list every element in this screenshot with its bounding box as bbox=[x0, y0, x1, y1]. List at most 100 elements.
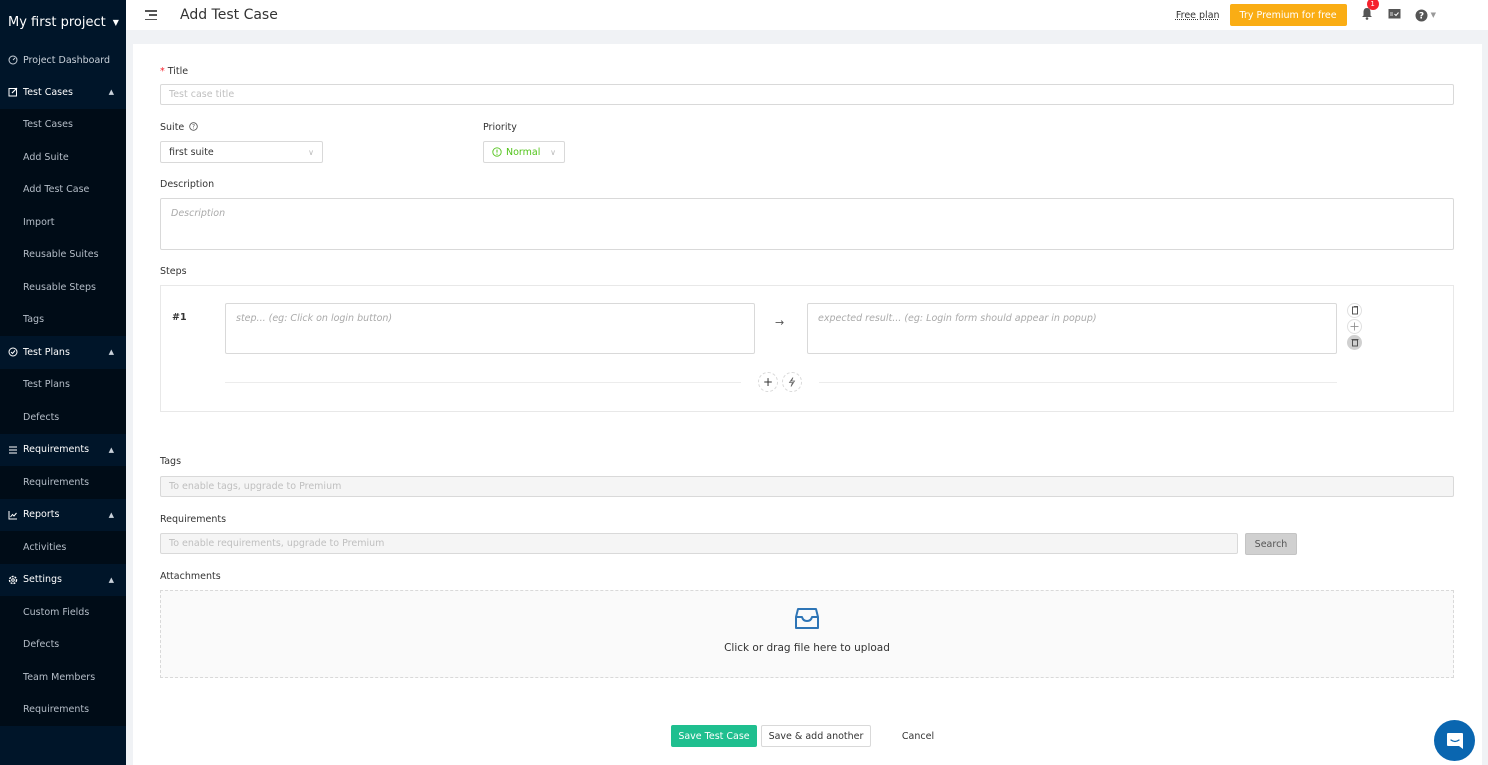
dashboard-icon bbox=[7, 55, 18, 66]
priority-select[interactable]: Normal ∨ bbox=[483, 141, 565, 163]
cancel-button[interactable]: Cancel bbox=[888, 725, 948, 747]
page-title: Add Test Case bbox=[180, 7, 278, 23]
save-and-add-another-button[interactable]: Save & add another bbox=[761, 725, 871, 747]
suite-label: Suite ? bbox=[160, 122, 198, 133]
chevron-up-icon: ▲ bbox=[108, 88, 114, 97]
list-icon bbox=[7, 444, 18, 455]
sidebar-item-import[interactable]: Import bbox=[0, 206, 126, 239]
sidebar-item-reusable-steps[interactable]: Reusable Steps bbox=[0, 271, 126, 304]
free-plan-link[interactable]: Free plan bbox=[1176, 10, 1220, 21]
sidebar-group-settings[interactable]: Settings ▲ bbox=[0, 563, 126, 596]
line-chart-icon bbox=[7, 509, 18, 520]
sidebar-item-defects[interactable]: Defects bbox=[0, 401, 126, 434]
check-circle-icon bbox=[7, 347, 18, 358]
title-label: * Title bbox=[160, 66, 189, 77]
requirements-label: Requirements bbox=[160, 514, 227, 525]
tags-input[interactable]: To enable tags, upgrade to Premium bbox=[160, 476, 1454, 497]
sidebar-item-settings-defects[interactable]: Defects bbox=[0, 629, 126, 662]
copy-step-button[interactable] bbox=[1347, 303, 1362, 318]
sidebar-submenu-test-plans: Test Plans Defects bbox=[0, 368, 126, 434]
add-step-button[interactable]: + bbox=[758, 372, 778, 392]
edit-icon bbox=[7, 87, 18, 98]
chevron-down-icon: ∨ bbox=[550, 147, 556, 157]
question-circle-icon: ? bbox=[189, 122, 198, 131]
description-textarea[interactable]: Description bbox=[160, 198, 1454, 250]
help-icon: ? bbox=[1415, 9, 1428, 21]
sidebar-group-reports[interactable]: Reports ▲ bbox=[0, 498, 126, 531]
sidebar-item-settings-requirements[interactable]: Requirements bbox=[0, 694, 126, 727]
lightning-icon bbox=[788, 377, 796, 387]
sidebar-submenu-requirements: Requirements bbox=[0, 466, 126, 499]
arrow-right-icon: → bbox=[775, 316, 785, 329]
copy-icon bbox=[1351, 306, 1358, 315]
priority-value: Normal bbox=[506, 146, 541, 158]
sidebar-item-requirements[interactable]: Requirements bbox=[0, 466, 126, 499]
sidebar-submenu-test-cases: Test Cases Add Suite Add Test Case Impor… bbox=[0, 108, 126, 337]
inbox-icon bbox=[795, 608, 819, 629]
step-number: #1 bbox=[172, 312, 187, 323]
sidebar-item-label: Project Dashboard bbox=[23, 54, 111, 66]
caret-down-icon: ▼ bbox=[1430, 11, 1436, 19]
drag-icon bbox=[1350, 322, 1359, 331]
step-divider bbox=[819, 382, 1337, 383]
chevron-up-icon: ▲ bbox=[108, 348, 114, 357]
project-selector[interactable]: My first project ▼ bbox=[0, 0, 126, 44]
calendar-check-icon bbox=[1388, 9, 1401, 19]
try-premium-button[interactable]: Try Premium for free bbox=[1229, 4, 1347, 26]
sidebar-group-label: Test Cases bbox=[23, 86, 73, 98]
search-requirements-button[interactable]: Search bbox=[1245, 533, 1297, 555]
sidebar-group-requirements[interactable]: Requirements ▲ bbox=[0, 433, 126, 466]
sidebar-item-reusable-suites[interactable]: Reusable Suites bbox=[0, 239, 126, 272]
attachments-label: Attachments bbox=[160, 571, 221, 582]
sidebar-item-add-test-case[interactable]: Add Test Case bbox=[0, 174, 126, 207]
menu-fold-icon[interactable] bbox=[145, 10, 157, 20]
sidebar-group-test-plans[interactable]: Test Plans ▲ bbox=[0, 336, 126, 369]
sidebar-item-activities[interactable]: Activities bbox=[0, 531, 126, 564]
sidebar: My first project ▼ Project Dashboard Tes… bbox=[0, 0, 126, 765]
notification-badge: 1 bbox=[1366, 0, 1379, 10]
suite-select[interactable]: first suite ∨ bbox=[160, 141, 323, 163]
top-header: Add Test Case Free plan Try Premium for … bbox=[126, 0, 1488, 30]
gear-icon bbox=[7, 574, 18, 585]
release-notes-button[interactable] bbox=[1388, 8, 1401, 22]
steps-label: Steps bbox=[160, 266, 187, 277]
svg-text:?: ? bbox=[1418, 11, 1423, 21]
add-shared-step-button[interactable] bbox=[782, 372, 802, 392]
sidebar-item-project-dashboard[interactable]: Project Dashboard bbox=[0, 44, 126, 76]
priority-label: Priority bbox=[483, 122, 517, 133]
sidebar-group-label: Reports bbox=[23, 509, 60, 521]
upload-dropzone[interactable]: Click or drag file here to upload bbox=[160, 590, 1454, 678]
chevron-up-icon: ▲ bbox=[108, 575, 114, 584]
sidebar-submenu-reports: Activities bbox=[0, 531, 126, 564]
sidebar-item-add-suite[interactable]: Add Suite bbox=[0, 141, 126, 174]
help-menu[interactable]: ? ▼ bbox=[1415, 9, 1436, 22]
steps-container: #1 step... (eg: Click on login button) →… bbox=[160, 285, 1454, 412]
sidebar-item-tags[interactable]: Tags bbox=[0, 304, 126, 337]
sidebar-submenu-settings: Custom Fields Defects Team Members Requi… bbox=[0, 596, 126, 726]
requirements-input[interactable]: To enable requirements, upgrade to Premi… bbox=[160, 533, 1238, 554]
sidebar-group-label: Settings bbox=[23, 574, 62, 586]
title-input[interactable]: Test case title bbox=[160, 84, 1454, 105]
tags-label: Tags bbox=[160, 456, 182, 467]
chat-launcher-button[interactable] bbox=[1434, 720, 1475, 761]
expected-result-input[interactable]: expected result... (eg: Login form shoul… bbox=[807, 303, 1337, 354]
sidebar-item-test-cases[interactable]: Test Cases bbox=[0, 109, 126, 142]
description-label: Description bbox=[160, 179, 215, 190]
sidebar-item-team-members[interactable]: Team Members bbox=[0, 661, 126, 694]
chevron-down-icon: ∨ bbox=[308, 147, 314, 157]
step-input[interactable]: step... (eg: Click on login button) bbox=[225, 303, 755, 354]
suite-value: first suite bbox=[169, 146, 214, 158]
chat-icon bbox=[1446, 732, 1463, 749]
delete-step-button[interactable] bbox=[1347, 335, 1362, 350]
plus-icon: + bbox=[762, 375, 774, 389]
notifications-button[interactable]: 1 bbox=[1361, 0, 1379, 23]
chevron-up-icon: ▲ bbox=[108, 445, 114, 454]
sidebar-group-label: Test Plans bbox=[23, 346, 70, 358]
sidebar-group-test-cases[interactable]: Test Cases ▲ bbox=[0, 76, 126, 109]
caret-down-icon: ▼ bbox=[112, 17, 119, 27]
drag-step-handle[interactable] bbox=[1347, 319, 1362, 334]
sidebar-item-test-plans[interactable]: Test Plans bbox=[0, 369, 126, 402]
trash-icon bbox=[1351, 339, 1358, 347]
sidebar-item-custom-fields[interactable]: Custom Fields bbox=[0, 596, 126, 629]
save-test-case-button[interactable]: Save Test Case bbox=[671, 725, 757, 747]
